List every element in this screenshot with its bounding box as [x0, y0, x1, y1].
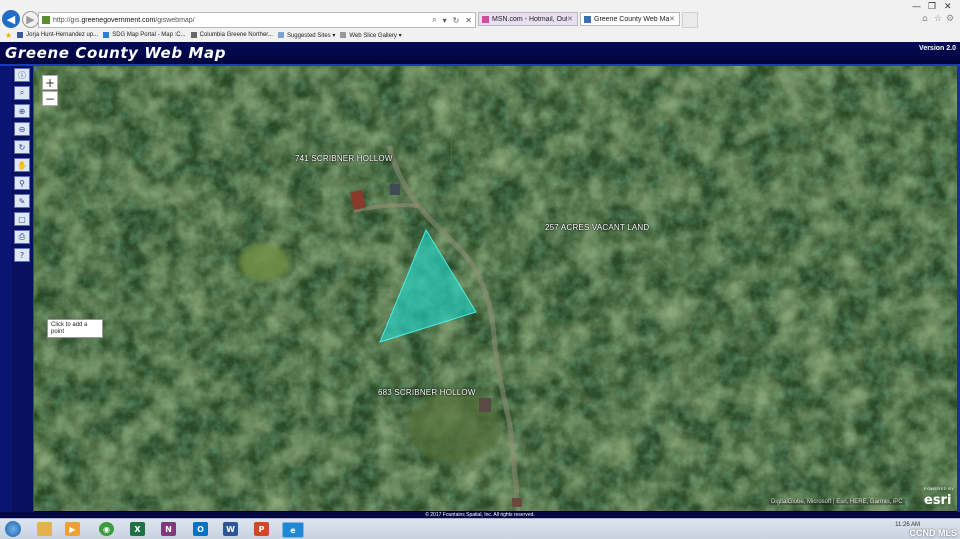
favorite-link[interactable]: Columbia Greene Norther... — [190, 32, 273, 38]
watermark: CCND MLS — [909, 528, 958, 538]
new-tab-button[interactable] — [682, 12, 698, 28]
search-tool[interactable]: ⌕ — [14, 86, 30, 100]
suggested-sites-icon — [277, 32, 284, 38]
app-version: Version 2.0 — [919, 45, 956, 52]
parcel-label-vacant-land: 257 ACRES VACANT LAND — [545, 223, 650, 232]
identify-tool[interactable]: ⓘ — [14, 68, 30, 82]
measure-tool[interactable]: ⚲ — [14, 176, 30, 190]
close-icon[interactable]: ✕ — [669, 15, 679, 23]
forward-arrow-icon[interactable]: ▶ — [22, 11, 39, 28]
favorites-star-icon[interactable]: ★ — [5, 31, 12, 40]
favorite-link[interactable]: Suggested Sites ▾ — [277, 32, 335, 39]
app-title: Greene County Web Map — [5, 44, 227, 62]
parcel-label-741: 741 SCRIBNER HOLLOW — [295, 154, 393, 163]
close-icon[interactable]: ✕ — [567, 15, 577, 23]
parcel-polygon-layer — [379, 228, 477, 343]
explorer-icon[interactable] — [37, 522, 52, 536]
app-header: Greene County Web Map Version 2.0 — [0, 42, 960, 66]
onenote-icon[interactable]: N — [161, 522, 176, 536]
word-icon[interactable]: W — [223, 522, 238, 536]
selected-parcel-polygon[interactable] — [379, 228, 477, 343]
favorites-bar: ★ Jorja Hunt-Hernandez up... SDG Map Por… — [0, 29, 960, 41]
pan-tool[interactable]: ✋ — [14, 158, 30, 172]
map-toolbar: ⓘ ⌕ ⊕ ⊖ ↻ ✋ ⚲ ✎ ▢ ⎙ ? — [12, 66, 34, 512]
tab-msn[interactable]: MSN.com - Hotmail, Outlook,... ✕ — [478, 12, 578, 26]
outlook-icon[interactable]: O — [193, 522, 208, 536]
print-tool[interactable]: ⎙ — [14, 230, 30, 244]
refresh-icon[interactable]: ↻ — [450, 16, 463, 25]
draw-tool[interactable]: ✎ — [14, 194, 30, 208]
powerpoint-icon[interactable]: P — [254, 522, 269, 536]
select-tool[interactable]: ▢ — [14, 212, 30, 226]
url-text[interactable]: http://gis.greenegovernment.com/giswebma… — [53, 17, 429, 24]
map-icon — [584, 15, 591, 23]
esri-powered-by: POWERED BY — [924, 486, 955, 491]
zoom-in-button[interactable]: + — [42, 75, 58, 90]
favorite-link[interactable]: SDG Map Portal - Map :C... — [103, 32, 186, 38]
tab-greene-county-web-map[interactable]: Greene County Web Map ✕ — [580, 12, 680, 26]
cloud-icon — [103, 32, 110, 38]
excel-icon[interactable]: X — [130, 522, 145, 536]
internet-explorer-icon[interactable]: e — [282, 522, 304, 538]
esri-wordmark: esri — [924, 493, 952, 508]
tab-title: MSN.com - Hotmail, Outlook,... — [492, 15, 567, 23]
maximize-icon[interactable]: ❐ — [928, 2, 936, 12]
address-dropdown-icon[interactable]: ▾ — [440, 16, 450, 25]
map-attribution: DigitalGlobe, Microsoft | Esri, HERE, Ga… — [769, 499, 905, 505]
gear-icon[interactable]: ⚙ — [946, 14, 954, 24]
home-icon[interactable]: ⌂ — [922, 14, 928, 24]
close-window-icon[interactable]: ✕ — [944, 2, 952, 12]
map-tooltip: Click to add a point — [47, 319, 103, 338]
favorite-link[interactable]: Web Slice Gallery ▾ — [340, 32, 402, 39]
left-panel-strip — [0, 66, 12, 512]
help-tool[interactable]: ? — [14, 248, 30, 262]
tab-title: Greene County Web Map — [594, 15, 669, 23]
minimize-icon[interactable]: — — [912, 2, 921, 12]
web-slice-icon — [340, 32, 347, 38]
address-bar[interactable]: http://gis.greenegovernment.com/giswebma… — [38, 12, 476, 28]
page-icon — [42, 16, 50, 24]
favorites-star-icon[interactable]: ☆ — [934, 14, 942, 24]
windows-start-icon[interactable] — [5, 521, 21, 537]
esri-logo: POWERED BY esri — [924, 486, 954, 509]
stop-icon[interactable]: ✕ — [462, 16, 475, 25]
favorite-link[interactable]: Jorja Hunt-Hernandez up... — [17, 32, 98, 38]
refresh-tool[interactable]: ↻ — [14, 140, 30, 154]
zoom-in-tool[interactable]: ⊕ — [14, 104, 30, 118]
address-search-icon[interactable]: ⌕ — [429, 15, 439, 25]
back-arrow-icon[interactable]: ◀ — [2, 10, 20, 28]
windows-taskbar: ▶ ◉ X N O W P e 11:26 AM CCND MLS — [0, 518, 960, 539]
facebook-icon — [17, 32, 24, 38]
media-player-icon[interactable]: ▶ — [65, 522, 80, 536]
zoom-out-tool[interactable]: ⊖ — [14, 122, 30, 136]
zoom-out-button[interactable]: − — [42, 91, 58, 106]
parcel-label-683: 683 SCRIBNER HOLLOW — [378, 388, 476, 397]
chrome-icon[interactable]: ◉ — [99, 522, 114, 536]
page-icon — [190, 32, 197, 38]
browser-chrome: ◀ ▶ http://gis.greenegovernment.com/gisw… — [0, 0, 960, 43]
msn-icon — [482, 15, 489, 23]
map-view[interactable]: + − 741 SCRIBNER HOLLOW 257 ACRES VACANT… — [34, 66, 960, 511]
